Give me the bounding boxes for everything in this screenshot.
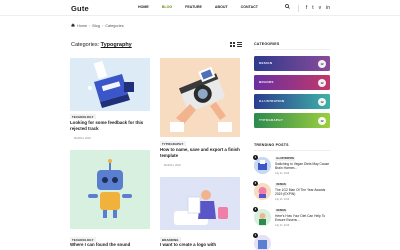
category-label: BRANDS [259, 80, 274, 84]
typewriter-illustration [70, 58, 150, 111]
nav-blog[interactable]: BLOG [162, 5, 172, 9]
trending-post[interactable]: 1 ILLUSTRATION Switching to Vegan Diets … [253, 155, 334, 177]
nav-contact[interactable]: CONTACT [241, 5, 258, 9]
post-title[interactable]: How to name, save and export a finish te… [160, 147, 240, 158]
twitter-icon[interactable]: t [312, 5, 313, 12]
trending-title[interactable]: Here's How Your Diet Can Help To Ensure … [275, 214, 333, 222]
breadcrumb-home[interactable]: Home [77, 24, 87, 28]
trending-date: July 21, 2019 [275, 223, 290, 227]
trending-title[interactable]: The 1G2 Man Of The Year Awards 2019 (EXP… [275, 188, 333, 196]
category-design[interactable]: DESIGN 12 [254, 56, 330, 71]
nav-about[interactable]: ABOUT [215, 5, 228, 9]
main-nav: HOME BLOG FEATURE ABOUT CONTACT [138, 5, 271, 9]
trending-rank: 1 [253, 155, 258, 160]
category-brands[interactable]: BRANDS 12 [254, 75, 330, 90]
breadcrumb-separator: › [102, 23, 104, 28]
trending-rank: 4 [253, 233, 258, 238]
category-typography[interactable]: TYPOGRAPHY 12 [254, 113, 330, 128]
trending-rank: 3 [253, 207, 258, 212]
post-title[interactable]: Where I can found the sound [70, 242, 150, 248]
home-icon [71, 23, 75, 28]
linkedin-icon[interactable]: in [326, 5, 330, 12]
category-illustration[interactable]: ILLUSTRATION 12 [254, 94, 330, 109]
trending-post[interactable]: 4 [253, 233, 334, 250]
post-category-tag[interactable]: TECHNOLOGY [70, 114, 96, 120]
post-thumbnail[interactable] [160, 177, 240, 230]
nav-feature[interactable]: FEATURE [185, 5, 202, 9]
breadcrumb-blog[interactable]: Blog [92, 24, 100, 28]
robot-illustration [70, 150, 150, 229]
camera-illustration [160, 58, 240, 137]
page-title-term: Typography [100, 42, 132, 48]
breadcrumb: Home › Blog › Categories [71, 23, 124, 28]
post-title[interactable]: Looking for some feedback for this rejec… [70, 120, 150, 131]
breadcrumb-separator: › [89, 23, 91, 28]
list-view-icon[interactable] [237, 42, 242, 49]
trending-date: July 21, 2019 [275, 171, 290, 175]
trending-post[interactable]: 2 DESIGN The 1G2 Man Of The Year Awards … [253, 181, 334, 203]
post-thumbnail[interactable] [70, 58, 150, 111]
category-label: ILLUSTRATION [259, 99, 285, 103]
page-title: Categories: Typography [71, 42, 132, 48]
heading-divider [254, 150, 330, 151]
facebook-icon[interactable]: f [306, 5, 307, 12]
grid-view-icon[interactable] [230, 42, 235, 49]
trending-tag[interactable]: ILLUSTRATION [275, 157, 296, 161]
search-icon[interactable] [284, 4, 290, 12]
category-label: TYPOGRAPHY [259, 118, 284, 122]
category-count: 12 [318, 97, 326, 106]
category-count: 12 [318, 59, 326, 68]
view-toggle [230, 42, 242, 49]
trending-post[interactable]: 3 DESIGN Here's How Your Diet Can Help T… [253, 207, 334, 229]
post-date: MARCH, 2019 [164, 164, 181, 167]
post-category-tag[interactable]: TYPOGRAPHY [160, 141, 186, 147]
trending-heading: TRENDING POSTS [254, 143, 289, 147]
category-count: 12 [318, 78, 326, 87]
designer-illustration [160, 177, 240, 230]
breadcrumb-current: Categories [105, 23, 124, 28]
trending-rank: 2 [253, 181, 258, 186]
post-title[interactable]: I want to create a logo with [160, 242, 240, 248]
trending-tag[interactable]: DESIGN [275, 209, 288, 213]
site-logo[interactable]: Gute [71, 4, 89, 13]
trending-tag[interactable]: DESIGN [275, 183, 288, 187]
category-label: DESIGN [259, 61, 273, 65]
post-thumbnail[interactable] [70, 150, 150, 229]
top-header: Gute HOME BLOG FEATURE ABOUT CONTACT f t… [0, 0, 400, 16]
heading-divider [254, 49, 330, 50]
vimeo-icon[interactable]: v [319, 5, 322, 12]
trending-date: July 21, 2019 [275, 197, 290, 201]
post-thumbnail[interactable] [160, 58, 240, 137]
header-actions: f t v in [280, 4, 330, 12]
category-count: 12 [318, 116, 326, 125]
trending-title[interactable]: Switching to Vegan Diets May Cause Brain… [275, 162, 333, 170]
header-divider [297, 4, 299, 12]
page-title-prefix: Categories: [71, 42, 100, 48]
categories-heading: CATEGORIES [254, 42, 280, 46]
post-date: MARCH, 2019 [74, 137, 91, 140]
nav-home[interactable]: HOME [138, 5, 149, 9]
